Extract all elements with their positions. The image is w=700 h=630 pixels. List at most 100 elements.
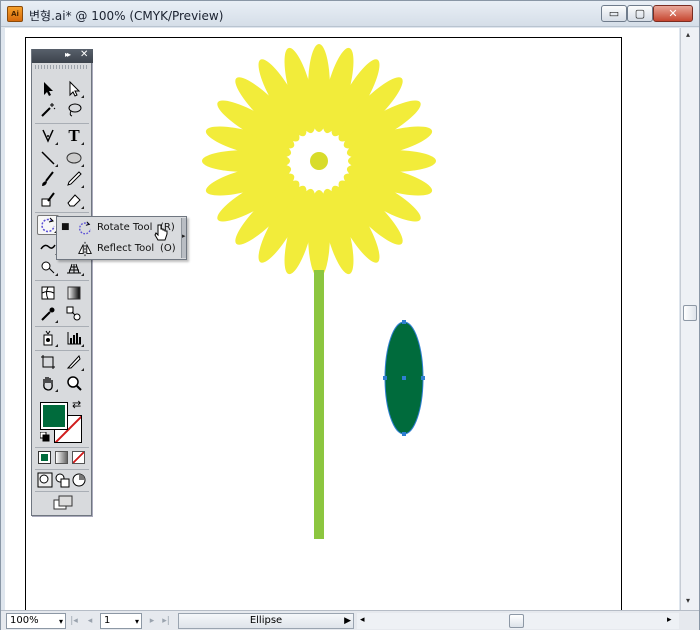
magic-wand-icon	[41, 103, 56, 117]
line-segment-tool[interactable]	[37, 148, 59, 168]
gradient-mode-button[interactable]	[55, 451, 68, 464]
minimize-button[interactable]: ▭	[601, 5, 627, 22]
flower-stem[interactable]	[314, 270, 324, 539]
screen-mode-button[interactable]	[50, 493, 76, 513]
shape-builder-tool[interactable]	[37, 257, 59, 277]
scroll-left-arrow-icon[interactable]: ◂	[360, 615, 365, 625]
document-window: Ai 변형.ai* @ 100% (CMYK/Preview) ▭ ▢ ✕ ▴ …	[0, 0, 700, 630]
none-mode-button[interactable]	[72, 451, 85, 464]
scroll-up-arrow-icon[interactable]: ▴	[686, 30, 690, 39]
artboard-tool[interactable]	[37, 352, 59, 372]
eraser-tool[interactable]	[63, 190, 85, 210]
chevron-down-icon: ▾	[58, 617, 63, 626]
screen-mode-icon	[53, 495, 73, 510]
flyout-item-label: Rotate Tool	[97, 222, 153, 233]
previous-artboard-button[interactable]: ◂	[85, 614, 95, 628]
illustrator-app-icon: Ai	[7, 6, 23, 22]
blob-brush-icon	[41, 192, 55, 207]
type-tool-icon: T	[68, 126, 80, 145]
horizontal-scrollbar[interactable]: ◂ ▸	[357, 613, 679, 629]
default-colors-icon[interactable]	[40, 432, 50, 442]
collapse-panel-icon[interactable]: ▸▸	[65, 50, 71, 59]
mesh-tool[interactable]	[37, 283, 59, 303]
perspective-grid-tool[interactable]	[63, 257, 85, 277]
paintbrush-tool[interactable]	[37, 169, 59, 189]
draw-inside-button[interactable]	[70, 470, 88, 490]
draw-behind-button[interactable]	[53, 470, 71, 490]
gradient-tool[interactable]	[63, 283, 85, 303]
blend-icon	[66, 306, 81, 321]
close-panel-icon[interactable]: ✕	[80, 49, 88, 60]
blob-brush-tool[interactable]	[37, 190, 59, 210]
status-bar: 100% ▾ |◂ ◂ 1 ▾ ▸ ▸| Ellipse ▶ ◂ ▸	[1, 610, 699, 630]
magnifier-icon	[67, 376, 82, 391]
flyout-item-label: Reflect Tool	[97, 243, 155, 254]
panel-grip[interactable]	[35, 65, 88, 69]
scroll-down-arrow-icon[interactable]: ▾	[686, 596, 690, 605]
horizontal-scroll-thumb[interactable]	[509, 614, 524, 628]
gradient-icon	[67, 286, 81, 300]
status-text: Ellipse	[249, 615, 283, 626]
pen-tool[interactable]	[37, 126, 59, 146]
lasso-tool[interactable]	[63, 100, 85, 120]
vertical-scrollbar[interactable]: ▴ ▾	[680, 28, 699, 610]
hand-tool[interactable]	[37, 373, 59, 393]
direct-selection-tool[interactable]	[63, 79, 85, 99]
artboard-icon	[41, 355, 55, 369]
paintbrush-icon	[42, 171, 54, 186]
column-graph-tool[interactable]	[63, 328, 85, 348]
zoom-level-value: 100%	[10, 615, 39, 626]
symbol-sprayer-tool[interactable]	[37, 328, 59, 348]
flower-center[interactable]	[310, 152, 328, 170]
color-mode-button[interactable]	[38, 451, 51, 464]
anchor-point[interactable]	[402, 432, 406, 436]
blend-tool[interactable]	[63, 304, 85, 324]
last-artboard-button[interactable]: ▸|	[161, 614, 171, 628]
vertical-scroll-thumb[interactable]	[683, 305, 697, 321]
anchor-point[interactable]	[402, 376, 406, 380]
selected-check-icon: ■	[61, 222, 70, 232]
eyedropper-tool[interactable]	[37, 304, 59, 324]
scroll-right-arrow-icon[interactable]: ▸	[667, 615, 672, 625]
slice-tool[interactable]	[63, 352, 85, 372]
fill-color-swatch[interactable]	[40, 402, 68, 430]
close-button[interactable]: ✕	[653, 5, 693, 22]
flyout-tearoff-button[interactable]	[181, 218, 186, 258]
draw-behind-icon	[55, 473, 70, 488]
zoom-tool[interactable]	[63, 373, 85, 393]
rotate-icon	[79, 221, 91, 235]
canvas-area[interactable]	[5, 28, 679, 610]
pencil-tool[interactable]	[63, 169, 85, 189]
swap-fill-stroke-icon[interactable]: ⇄	[72, 398, 81, 411]
anchor-point[interactable]	[383, 376, 387, 380]
chevron-down-icon: ▾	[134, 617, 139, 626]
window-title: 변형.ai* @ 100% (CMYK/Preview)	[29, 9, 224, 23]
next-artboard-button[interactable]: ▸	[147, 614, 157, 628]
ellipse-tool[interactable]	[63, 148, 85, 168]
play-icon: ▶	[344, 616, 351, 626]
artboard[interactable]	[25, 37, 622, 610]
selection-tool[interactable]	[37, 79, 59, 99]
artboard-number-select[interactable]: 1 ▾	[100, 613, 142, 629]
title-bar[interactable]: Ai 변형.ai* @ 100% (CMYK/Preview) ▭ ▢ ✕	[1, 1, 699, 27]
zoom-level-select[interactable]: 100% ▾	[6, 613, 66, 629]
draw-normal-icon	[37, 472, 53, 488]
anchor-point[interactable]	[402, 320, 406, 324]
selection-arrow-icon	[44, 82, 53, 96]
maximize-button[interactable]: ▢	[627, 5, 653, 22]
status-menu[interactable]: Ellipse ▶	[178, 613, 354, 629]
type-tool[interactable]: T	[63, 126, 85, 146]
anchor-point[interactable]	[421, 376, 425, 380]
tools-panel-header[interactable]: ▸▸ ✕	[32, 49, 93, 63]
artwork-svg	[202, 44, 436, 539]
mesh-icon	[41, 286, 55, 300]
draw-inside-icon	[72, 473, 86, 487]
magic-wand-tool[interactable]	[37, 100, 59, 120]
lasso-icon	[68, 103, 82, 117]
draw-normal-button[interactable]	[36, 470, 54, 490]
artboard-number-value: 1	[104, 615, 111, 626]
reflect-icon	[78, 241, 92, 257]
mouse-pointer-icon	[154, 224, 168, 241]
tools-panel: ▸▸ ✕ T ⇄	[31, 49, 93, 516]
first-artboard-button[interactable]: |◂	[69, 614, 79, 628]
